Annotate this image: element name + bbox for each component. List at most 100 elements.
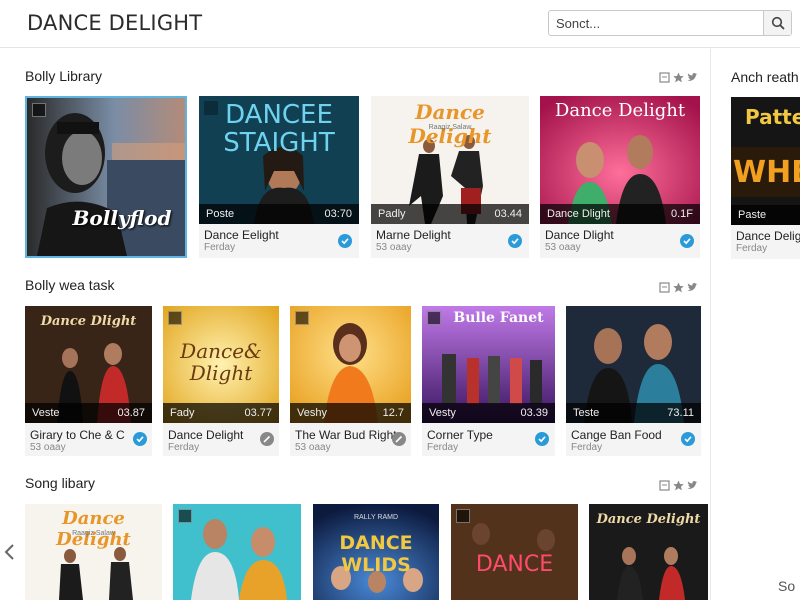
card-subtitle: Ferday [571, 442, 603, 453]
chevron-left-icon [4, 544, 14, 560]
corner-label: So [778, 578, 796, 594]
section-bolly-library: Bolly Library Bollyflod DANCEE STAIGHT P… [0, 49, 710, 258]
check-icon[interactable] [680, 234, 694, 248]
card-title[interactable]: Girary to Che & C [30, 428, 125, 442]
check-icon[interactable] [133, 432, 147, 446]
card-info-bar: Fady 03.77 [163, 403, 279, 423]
card-title[interactable]: The War Bud Right [295, 428, 397, 442]
twitter-icon[interactable] [687, 280, 698, 291]
playlist-badge-icon [456, 509, 470, 523]
card-tag: Veste [32, 407, 60, 419]
search-icon [771, 16, 785, 30]
card-corner-type[interactable]: Bulle Fanet Vesty 03.39 Corner Type Ferd… [422, 306, 555, 456]
card-subtitle: 53 oaay [545, 242, 581, 253]
check-icon[interactable] [392, 432, 406, 446]
card-dance-eelight[interactable]: DANCEE STAIGHT Poste 03:70 Dance Eelight… [199, 96, 359, 258]
card-song-1[interactable]: Dance Delight Raagiz Salaw [25, 504, 162, 600]
search-button[interactable] [763, 11, 791, 35]
section-title: Bolly wea task [25, 277, 115, 293]
check-icon[interactable] [681, 432, 695, 446]
card-subtitle: Ferday [736, 243, 768, 254]
card-title[interactable]: Dance Eelight [204, 228, 279, 242]
card-title[interactable]: Dance Delight [168, 428, 243, 442]
card-info-bar: Paste [731, 205, 800, 225]
card-featured[interactable]: Bollyflod [25, 96, 187, 258]
card-tag: Poste [206, 208, 235, 220]
card-info-bar: Teste 73.11 [566, 403, 701, 423]
section-title: Bolly Library [25, 68, 103, 84]
card-marne-delight[interactable]: Dance Delight Raagiz Salaw Padly 03.44 M… [371, 96, 529, 258]
card-subtitle: Ferday [168, 442, 200, 453]
card-subtitle: 53 oaay [376, 242, 412, 253]
playlist-badge-icon [295, 311, 309, 325]
card-info-bar: Dance Dlight 0.1F [540, 204, 700, 224]
card-duration: 03.87 [117, 407, 145, 419]
card-tag: Dance Dlight [547, 208, 610, 220]
card-title[interactable]: Corner Type [427, 428, 493, 442]
card-art-title-2: WHEL [733, 155, 800, 190]
search-input[interactable] [549, 11, 763, 35]
playlist-badge-icon [168, 311, 182, 325]
card-title[interactable]: Dance Dlight [545, 228, 614, 242]
card-art-title: Dance Dlight [40, 314, 137, 329]
card-duration: 03.77 [244, 407, 272, 419]
card-tag: Padly [378, 208, 406, 220]
card-duration: 03:70 [324, 208, 352, 220]
section-song-libary: Song libary Dance Delight Raagiz Salaw R… [0, 456, 710, 600]
card-info-bar: Padly 03.44 [371, 204, 529, 224]
share-icon[interactable] [659, 70, 670, 83]
card-info-bar: Vesty 03.39 [422, 403, 555, 423]
share-icon[interactable] [659, 478, 670, 491]
check-icon[interactable] [338, 234, 352, 248]
card-duration: 73.11 [667, 407, 694, 419]
check-icon[interactable] [535, 432, 549, 446]
playlist-badge-icon [32, 103, 46, 117]
twitter-icon[interactable] [687, 478, 698, 489]
check-icon[interactable] [260, 432, 274, 446]
star-icon[interactable] [673, 478, 684, 491]
section-title: Song libary [25, 475, 96, 491]
card-art-title: Bollyflod [72, 206, 172, 230]
card-song-3[interactable]: RALLY RAMD DANCE WLIDS [313, 504, 439, 600]
card-duration: 03.39 [520, 407, 548, 419]
check-icon[interactable] [508, 234, 522, 248]
star-icon[interactable] [673, 70, 684, 83]
card-girary[interactable]: Dance Dlight Veste 03.87 Girary to Che &… [25, 306, 152, 456]
card-tag: Veshy [297, 407, 327, 419]
card-subtitle: 53 oaay [295, 442, 331, 453]
card-song-4[interactable]: DANCE [451, 504, 578, 600]
card-art-subtitle: Raagiz Salaw [72, 530, 115, 537]
card-song-5[interactable]: Dance Delight [589, 504, 708, 600]
section-actions [659, 478, 701, 491]
card-art-title: Dance Delight [56, 508, 131, 550]
card-dance-dlight[interactable]: Dance Delight Dance Dlight 0.1F Dance Dl… [540, 96, 700, 258]
card-cange-ban-food[interactable]: Teste 73.11 Cange Ban Food Ferday [566, 306, 701, 456]
share-icon[interactable] [659, 280, 670, 293]
card-tag: Vesty [429, 407, 456, 419]
card-title[interactable]: Cange Ban Food [571, 428, 662, 442]
card-song-2[interactable] [173, 504, 301, 600]
card-info-bar: Veste 03.87 [25, 403, 152, 423]
playlist-badge-icon [178, 509, 192, 523]
twitter-icon[interactable] [687, 70, 698, 81]
card-title[interactable]: Dance Delig [736, 229, 800, 243]
section-actions [659, 70, 701, 83]
card-art-subtitle: RALLY RAMD [353, 514, 399, 521]
card-art-subtitle: Raagiz Salaw [428, 124, 472, 131]
card-art-title: Dance& Dlight [180, 339, 262, 385]
card-art-title: Patte [745, 105, 800, 129]
card-subtitle: 53 oaay [30, 442, 66, 453]
card-dance-delight[interactable]: Dance& Dlight Fady 03.77 Dance Delight F… [163, 306, 279, 456]
card-subtitle: Ferday [204, 242, 236, 253]
card-title[interactable]: Marne Delight [376, 228, 451, 242]
card-art-title: DANCE [475, 552, 554, 577]
card-subtitle: Ferday [427, 442, 459, 453]
section-bolly-wea-task: Bolly wea task Dance Dlight Veste 03.87 … [0, 258, 710, 458]
right-panel-title: Anch reath [731, 69, 799, 85]
card-war-bud-right[interactable]: Veshy 12.7 The War Bud Right 53 oaay [290, 306, 411, 456]
right-panel-card[interactable]: Patte WHEL Paste Dance Delig Ferday [731, 97, 800, 259]
carousel-prev-button[interactable] [2, 540, 18, 564]
search-box[interactable] [548, 10, 792, 36]
card-art-title: DANCE WLIDS [339, 532, 413, 576]
star-icon[interactable] [673, 280, 684, 293]
